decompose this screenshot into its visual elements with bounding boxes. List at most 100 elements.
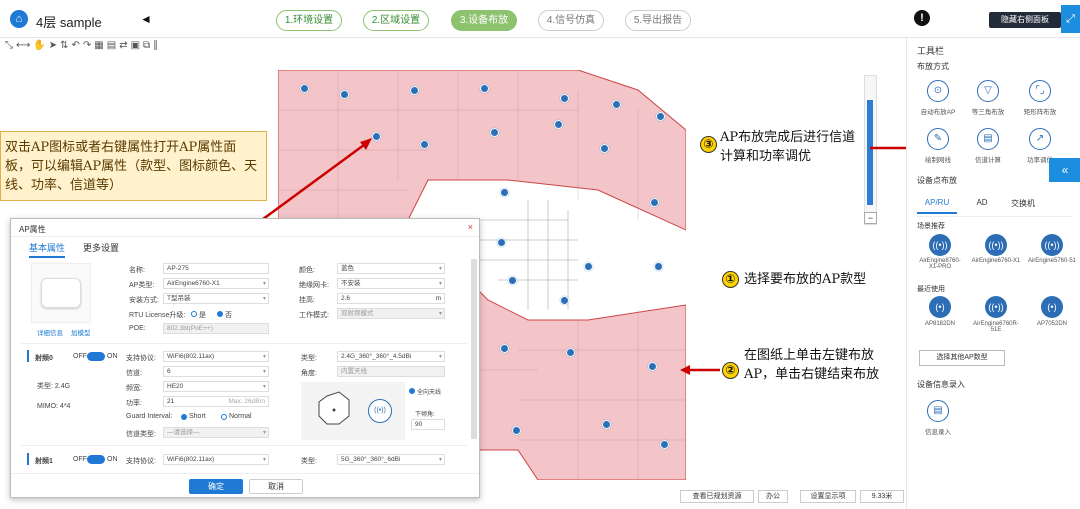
nic-select[interactable]: 不安装 [337,278,445,289]
bandwidth-select[interactable]: HE20 [163,381,269,392]
office-button[interactable]: 办公 [758,490,788,503]
rtu-yes-radio[interactable] [191,311,197,317]
ap-marker[interactable] [497,238,506,247]
ap-marker[interactable] [560,296,569,305]
ap-marker[interactable] [654,262,663,271]
proto-select[interactable]: WiFi6(802.11ax) [163,351,269,362]
height-input[interactable]: 2.6 m [337,293,445,304]
radio1-ant-select[interactable]: 5G_360°_360°_6dBi [337,454,445,465]
view-resources-button[interactable]: 查看已规划资源 [680,490,754,503]
height-value: 2.6 [341,295,351,302]
ap-marker-selected[interactable] [372,132,381,141]
ap-marker[interactable] [300,84,309,93]
scrollbar[interactable] [471,259,477,439]
ap-marker[interactable] [560,94,569,103]
display-settings-button[interactable]: 设置显示项 [800,490,856,503]
step-number-2: ② [722,362,739,379]
ap-marker[interactable] [554,120,563,129]
power-input[interactable]: 21 Max: 26dBm [163,396,269,407]
expand-icon[interactable]: ⤢ [1061,5,1080,33]
gi-normal-radio[interactable] [221,414,227,420]
power-tuning-icon[interactable]: ↗ [1029,128,1051,150]
draw-cable-icon[interactable]: ✎ [927,128,949,150]
matrix-deploy-icon[interactable]: ⌜⌟ [1029,80,1051,102]
color-select[interactable]: 蓝色 [337,263,445,274]
ap-marker[interactable] [410,86,419,95]
ok-button[interactable]: 确定 [189,479,243,494]
step-signal-sim[interactable]: 4.信号仿真 [538,10,604,31]
ap-marker[interactable] [508,276,517,285]
tab-basic[interactable]: 基本属性 [29,241,66,258]
tab-more[interactable]: 更多设置 [83,241,119,254]
ap-marker[interactable] [490,128,499,137]
ap-marker[interactable] [566,348,575,357]
tab-ap-ru[interactable]: AP/RU [917,198,957,214]
radio1-proto-select[interactable]: WiFi6(802.11ax) [163,454,269,465]
footer-divider [11,473,479,474]
poe-input[interactable]: 802.3bt(PoE++) [163,323,269,334]
ap-marker[interactable] [340,90,349,99]
close-icon[interactable]: × [468,222,473,232]
install-select[interactable]: T型吊装 [163,293,269,304]
callout-place-ap: 在图纸上单击左键布放AP，单击右键结束布放 [744,348,880,382]
radio0-toggle[interactable] [87,352,105,361]
zoom-minus-icon[interactable]: − [864,212,877,224]
alert-icon[interactable]: ! [914,10,930,26]
antenna-type-label: 类型: [301,355,317,362]
angle-input[interactable]: 内置天线 [337,366,445,377]
ap-marker[interactable] [602,420,611,429]
ap-model-icon[interactable]: (•) [929,296,951,318]
channel-type-select[interactable]: —请选择— [163,427,269,438]
step-device-deploy[interactable]: 3.设备布放 [451,10,517,31]
ap-marker[interactable] [600,144,609,153]
name-input[interactable]: AP-275 [163,263,269,274]
work-mode-select[interactable]: 双射频模式 [337,308,445,319]
ap-marker[interactable] [660,440,669,449]
ap-model-icon[interactable]: ((•)) [1041,234,1063,256]
ap-marker[interactable] [650,198,659,207]
channel-select[interactable]: 6 [163,366,269,377]
cancel-button[interactable]: 取消 [249,479,303,494]
ap-marker[interactable] [512,426,521,435]
ap-marker[interactable] [480,84,489,93]
step-env-settings[interactable]: 1.环境设置 [276,10,342,31]
ap-marker[interactable] [648,362,657,371]
drawing-toolbar[interactable]: ⤡⟷✋➤⇅↶↷▦▤⇄▣⧉∥ [5,40,250,56]
tab-switch[interactable]: 交换机 [1003,198,1043,209]
collapse-panel-icon[interactable]: « [1049,158,1080,182]
auto-deploy-icon[interactable]: ⊙ [927,80,949,102]
device-deploy-heading[interactable]: 设备点布放 [917,175,957,186]
ap-marker[interactable] [612,100,621,109]
info-entry-heading[interactable]: 设备信息录入 [917,379,965,390]
ap-model-icon[interactable]: ((•)) [985,296,1007,318]
height-unit: m [435,295,441,302]
step-export-report[interactable]: 5.导出报告 [625,10,691,31]
ap-marker[interactable] [500,188,509,197]
downtilt-input[interactable]: 90 [411,419,445,430]
radio1-toggle[interactable] [87,455,105,464]
gi-short-radio[interactable] [181,414,187,420]
triangle-deploy-icon[interactable]: ▽ [977,80,999,102]
choose-other-ap-button[interactable]: 选择其他AP数型 [919,350,1005,366]
prev-floor-icon[interactable]: ◄ [140,12,152,26]
ap-model-icon[interactable]: ((•)) [929,234,951,256]
deploy-mode-heading[interactable]: 布放方式 [917,61,949,72]
step-area-settings[interactable]: 2.区域设置 [363,10,429,31]
tab-ad[interactable]: AD [969,198,995,207]
ap-model-icon[interactable]: ((•)) [985,234,1007,256]
ap-model-icon[interactable]: (•) [1041,296,1063,318]
ap-marker[interactable] [584,262,593,271]
home-logo-icon[interactable]: ⌂ [10,10,28,28]
hide-panel-button[interactable]: 隐藏右侧面板 [989,12,1061,28]
antenna-type-select[interactable]: 2.4G_360°_360°_4.5dBi [337,351,445,362]
omni-radio[interactable] [409,388,415,394]
channel-calc-icon[interactable]: ▤ [977,128,999,150]
ap-marker[interactable] [420,140,429,149]
add-model-link[interactable]: 加模型 [71,327,91,337]
details-link[interactable]: 详细信息 [37,327,63,337]
ap-type-select[interactable]: AirEngine6760-X1 [163,278,269,289]
info-entry-icon[interactable]: ▤ [927,400,949,422]
ap-marker[interactable] [656,112,665,121]
rtu-no-radio[interactable] [217,311,223,317]
ap-marker[interactable] [500,344,509,353]
